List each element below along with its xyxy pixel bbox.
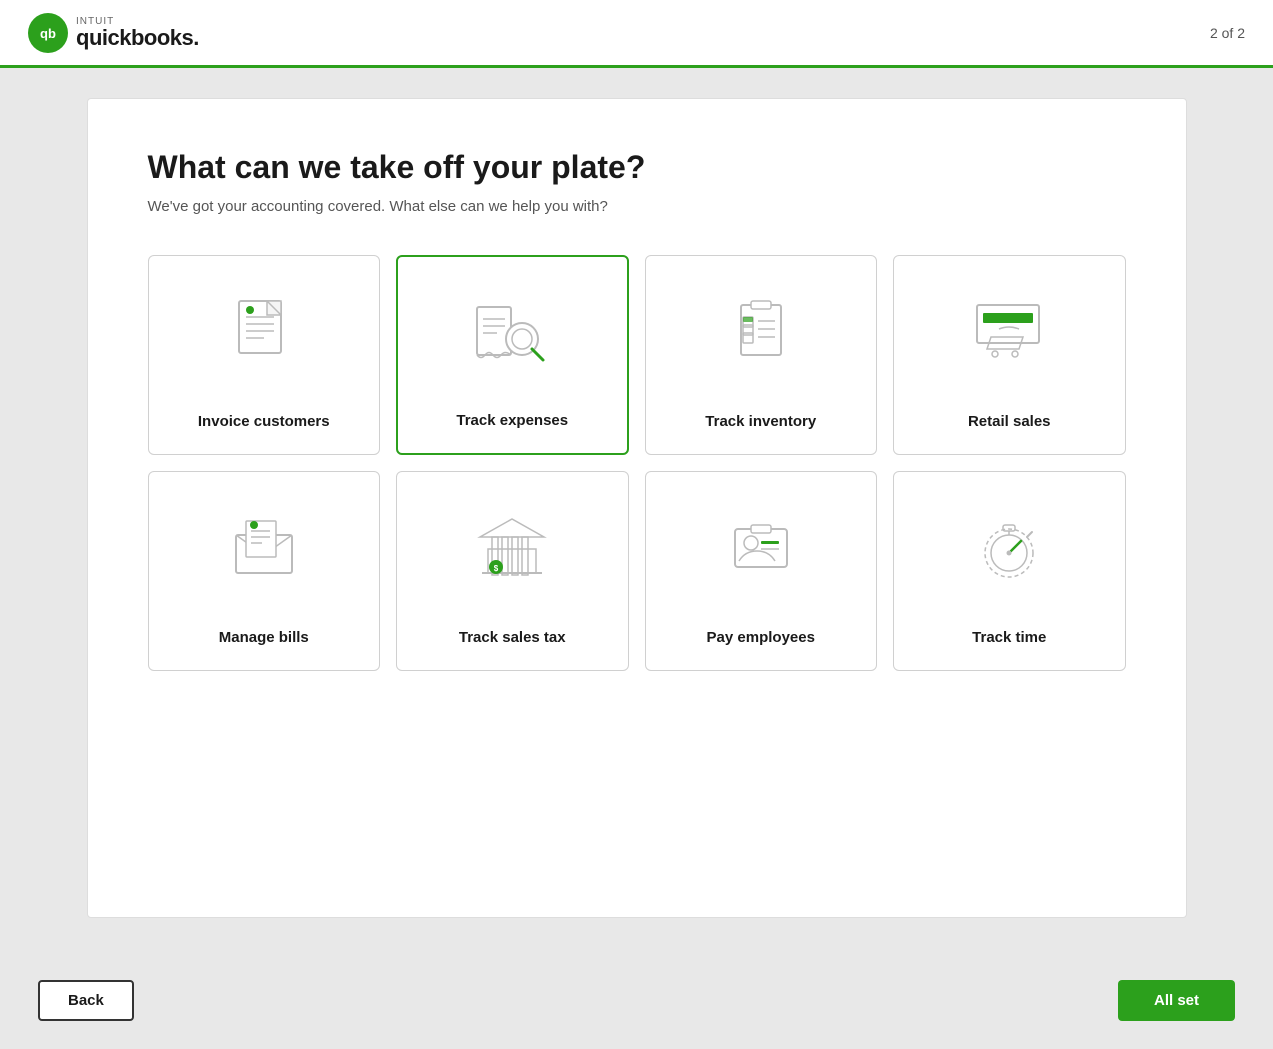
back-button[interactable]: Back	[38, 980, 134, 1021]
pay-employees-icon	[716, 502, 806, 592]
manage-bills-label: Manage bills	[219, 629, 309, 646]
option-track-time[interactable]: Track time	[893, 471, 1126, 671]
app-header: qb intuit quickbooks. 2 of 2	[0, 0, 1273, 68]
track-inventory-icon	[716, 286, 806, 376]
track-inventory-label: Track inventory	[705, 413, 816, 430]
logo-area: qb intuit quickbooks.	[28, 13, 199, 53]
invoice-customers-icon	[219, 286, 309, 376]
track-sales-tax-label: Track sales tax	[459, 629, 566, 646]
content-card: What can we take off your plate? We've g…	[87, 98, 1187, 918]
page-footer: Back All set	[0, 952, 1273, 1049]
manage-bills-icon	[219, 502, 309, 592]
option-manage-bills[interactable]: Manage bills	[148, 471, 381, 671]
option-track-inventory[interactable]: Track inventory	[645, 255, 878, 455]
logo-icon: qb	[28, 13, 68, 53]
pay-employees-label: Pay employees	[707, 629, 815, 646]
invoice-customers-label: Invoice customers	[198, 413, 330, 430]
logo-qb-label: quickbooks.	[76, 27, 199, 49]
svg-text:qb: qb	[40, 26, 56, 41]
retail-sales-icon	[964, 286, 1054, 376]
main-content: What can we take off your plate? We've g…	[0, 68, 1273, 952]
track-expenses-label: Track expenses	[456, 412, 568, 429]
option-track-expenses[interactable]: Track expenses	[396, 255, 629, 455]
track-sales-tax-icon: $	[467, 502, 557, 592]
step-indicator: 2 of 2	[1210, 25, 1245, 41]
svg-text:$: $	[494, 564, 499, 573]
allset-button[interactable]: All set	[1118, 980, 1235, 1021]
options-grid: Invoice customers	[148, 255, 1126, 671]
logo-text: intuit quickbooks.	[76, 17, 199, 49]
option-pay-employees[interactable]: Pay employees	[645, 471, 878, 671]
track-time-label: Track time	[972, 629, 1046, 646]
option-retail-sales[interactable]: Retail sales	[893, 255, 1126, 455]
option-invoice-customers[interactable]: Invoice customers	[148, 255, 381, 455]
page-subtitle: We've got your accounting covered. What …	[148, 198, 1126, 215]
track-time-icon	[964, 502, 1054, 592]
track-expenses-icon	[467, 287, 557, 377]
retail-sales-label: Retail sales	[968, 413, 1051, 430]
page-title: What can we take off your plate?	[148, 149, 1126, 186]
option-track-sales-tax[interactable]: $ Track sales tax	[396, 471, 629, 671]
